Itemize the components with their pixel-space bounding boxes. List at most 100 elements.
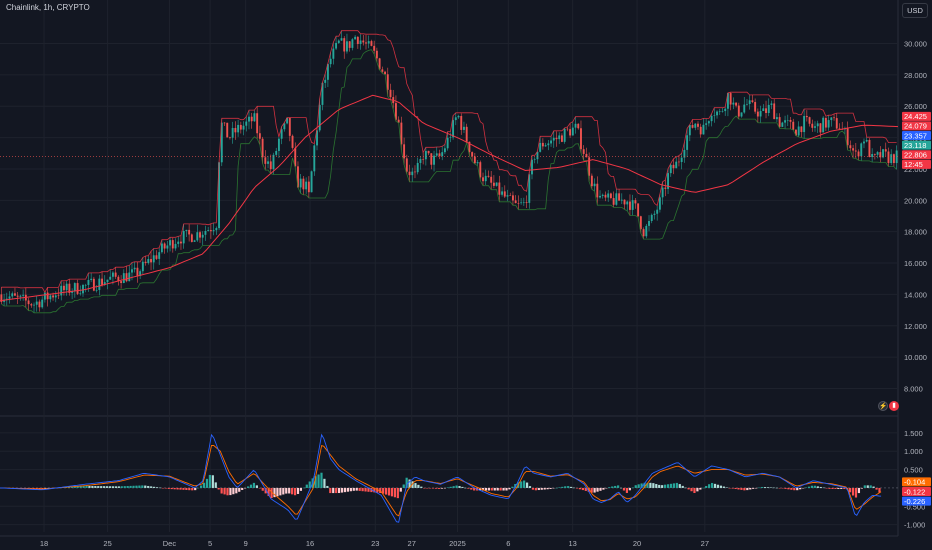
price-label: 22.806 [904,151,927,160]
histogram-bar [238,487,241,492]
histogram-bar [669,483,673,488]
candle-body [348,41,351,48]
candle-body [830,117,833,121]
histogram-bar [634,485,637,488]
candle-body [484,175,487,182]
candle-body [16,295,19,297]
histogram-bar [866,485,869,488]
histogram-bar [790,487,793,490]
candle-body [718,111,721,112]
candle-body [702,124,705,135]
histogram-bar [152,486,156,488]
candle-body [476,162,479,164]
candle-body [305,181,308,190]
candle-body [231,127,234,138]
candle-body [672,164,675,169]
histogram-bar [511,486,514,488]
candle-body [558,135,561,140]
candle-body [386,74,389,90]
candle-body [541,142,544,147]
candle-body [370,41,373,46]
histogram-bar [743,487,746,491]
histogram-bar [763,487,767,488]
histogram-bar [681,485,684,488]
histogram-bar [614,485,617,488]
flash-icon[interactable]: ⚡ [878,401,888,411]
candle-body [264,157,267,164]
histogram-bar [658,484,661,488]
candle-body [833,117,836,119]
candle-body [765,108,767,113]
candle-body [697,123,699,127]
histogram-bar [605,487,608,489]
oscillator-label: -0.104 [904,478,925,487]
candle-body [62,285,65,291]
candle-body [471,152,474,157]
histogram-bar [455,485,458,488]
oscillator-label: -0.226 [904,497,925,506]
candle-body [49,295,52,300]
histogram-bar [88,485,91,488]
histogram-bar [120,486,123,488]
histogram-bar [326,485,329,488]
histogram-bar [108,486,112,488]
candle-body [261,138,264,158]
histogram-bar [449,486,452,488]
histogram-bar [291,487,294,495]
candle-body [294,147,297,167]
price-label: 24.079 [904,122,927,131]
candle-body [460,115,463,130]
candle-body [604,194,607,198]
histogram-bar [293,487,297,496]
candle-body [52,295,55,298]
histogram-bar [520,481,523,488]
candle-body [691,125,694,128]
histogram-bar [417,484,420,488]
candle-body [427,150,430,154]
histogram-bar [85,485,88,488]
candle-body [784,120,787,123]
candle-body [155,255,158,259]
candle-body [688,125,691,136]
candle-body [800,126,803,133]
chart-canvas[interactable]: 8.000 10.000 12.000 14.000 16.000 18.000 20.00… [0,0,932,550]
histogram-bar [302,487,305,489]
candle-body [740,112,743,117]
candle-body [250,116,253,122]
histogram-bar [467,487,470,489]
candle-body [169,240,172,246]
price-label: 23.118 [904,141,926,150]
histogram-bar [705,486,708,488]
histogram-bar [420,486,423,488]
histogram-bar [185,487,188,490]
flag-icon[interactable]: ▮ [889,401,899,411]
candle-body [514,200,517,204]
histogram-bar [722,486,725,488]
candle-body [724,108,727,112]
candle-body [359,40,362,44]
histogram-bar [214,482,217,488]
histogram-bar [813,485,816,488]
histogram-bar [437,487,441,489]
histogram-bar [305,484,308,488]
candle-body [76,283,79,294]
candle-body [307,181,310,193]
histogram-bar [211,475,214,488]
candle-body [60,285,63,296]
candle-body [773,103,776,120]
candle-body [531,159,533,175]
candle-body [416,162,419,173]
histogram-bar [822,487,825,489]
candle-body [19,295,22,297]
currency-button[interactable]: USD [902,3,928,18]
histogram-bar [487,487,490,491]
candle-body [835,118,838,129]
candle-body [669,164,672,174]
histogram-bar [182,487,185,490]
histogram-bar [299,487,303,491]
histogram-bar [361,487,364,492]
histogram-bar [540,487,543,490]
candle-body [863,141,865,144]
candle-body [824,117,827,128]
histogram-bar [652,483,655,488]
